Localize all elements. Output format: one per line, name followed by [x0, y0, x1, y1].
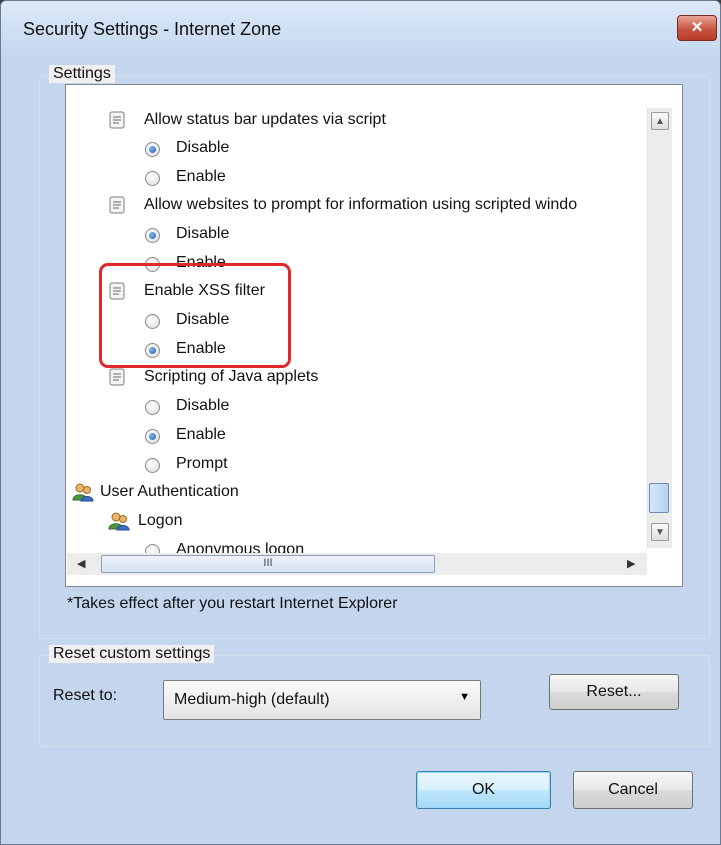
setting-label: Scripting of Java applets [144, 368, 319, 385]
radio-prompt[interactable] [145, 458, 160, 473]
setting-label: User Authentication [100, 483, 239, 500]
option-label: Enable [176, 168, 226, 185]
radio-enable[interactable] [145, 171, 160, 186]
setting-label: Logon [138, 512, 183, 529]
close-icon: ✕ [690, 19, 704, 36]
vertical-scrollbar[interactable] [647, 108, 672, 548]
option-label: Enable [176, 426, 226, 443]
option-label: Prompt [176, 455, 228, 472]
chevron-down-icon: ▼ [459, 691, 470, 703]
script-icon [109, 368, 125, 386]
scroll-up-button[interactable]: ▲ [651, 112, 669, 130]
restart-footnote: *Takes effect after you restart Internet… [67, 595, 398, 612]
users-icon [108, 512, 130, 531]
scrollbar-thumb[interactable] [649, 483, 669, 513]
scroll-down-button[interactable]: ▼ [651, 523, 669, 541]
close-button[interactable]: ✕ [677, 15, 717, 41]
cancel-button-label: Cancel [608, 781, 658, 798]
title-bar[interactable]: Security Settings - Internet Zone ✕ [1, 1, 720, 57]
scroll-right-icon[interactable]: ▶ [627, 557, 635, 570]
dialog-title: Security Settings - Internet Zone [23, 19, 282, 39]
script-icon [109, 111, 125, 129]
setting-label: Allow status bar updates via script [144, 111, 386, 128]
reset-to-label: Reset to: [53, 687, 118, 704]
option-label: Disable [176, 139, 230, 156]
users-icon [72, 483, 94, 502]
reset-level-select[interactable]: Medium-high (default) ▼ [163, 680, 481, 720]
scroll-left-icon[interactable]: ◀ [77, 557, 85, 570]
xss-filter-highlight [99, 263, 291, 368]
option-label: Disable [176, 225, 230, 242]
ok-button-label: OK [471, 781, 496, 798]
radio-disable[interactable] [145, 142, 160, 157]
radio-enable[interactable] [145, 429, 160, 444]
ok-button[interactable]: OK [416, 771, 551, 809]
radio-disable[interactable] [145, 400, 160, 415]
setting-label: Allow websites to prompt for information… [144, 196, 578, 213]
security-settings-dialog: Security Settings - Internet Zone ✕ Sett… [0, 0, 721, 845]
reset-group-label: Reset custom settings [49, 645, 215, 663]
settings-group-label: Settings [49, 65, 115, 83]
radio-disable[interactable] [145, 228, 160, 243]
reset-level-value: Medium-high (default) [174, 691, 330, 708]
option-label: Disable [176, 397, 230, 414]
cancel-button[interactable]: Cancel [573, 771, 693, 809]
reset-button-label: Reset... [586, 683, 642, 700]
thumb-grip: III [263, 557, 273, 569]
reset-button[interactable]: Reset... [549, 674, 679, 710]
horizontal-thumb[interactable]: III [101, 555, 435, 573]
script-icon [109, 196, 125, 214]
